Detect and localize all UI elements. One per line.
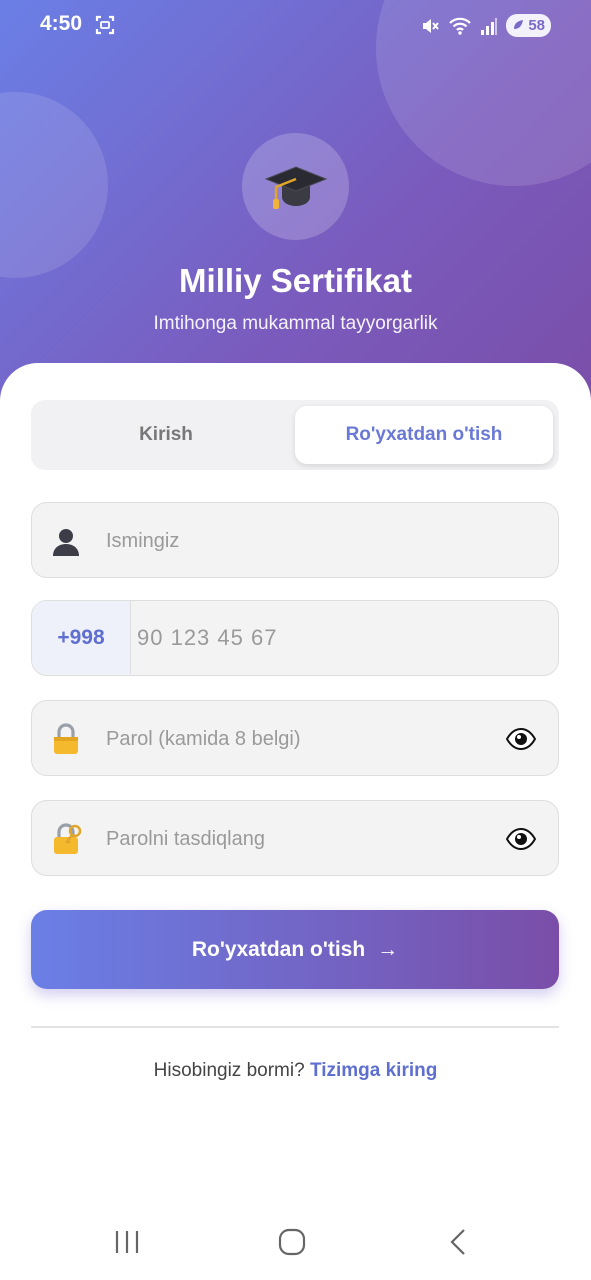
system-nav-bar (0, 1210, 591, 1280)
lock-icon (54, 723, 78, 754)
login-question: Hisobingiz bormi? (153, 1060, 305, 1081)
user-icon (53, 529, 79, 556)
register-button[interactable]: Ro'yxatdan o'tish → (31, 910, 559, 989)
name-field[interactable]: Ismingiz (31, 502, 559, 578)
app-title: Milliy Sertifikat (179, 262, 412, 299)
confirm-placeholder: Parolni tasdiqlang (106, 828, 265, 850)
register-button-label: Ro'yxatdan o'tish (191, 937, 366, 961)
app-subtitle: Imtihonga mukammal tayyorgarlik (153, 313, 438, 334)
arrow-right-icon: → (377, 937, 399, 961)
battery-level: 58 (528, 17, 545, 34)
logo-badge (242, 133, 349, 240)
divider (31, 1026, 559, 1028)
lock-with-key-icon (54, 823, 82, 854)
auth-tabs: Kirish Ro'yxatdan o'tish (31, 400, 559, 470)
eye-icon[interactable] (506, 828, 536, 850)
password-field[interactable]: Parol (kamida 8 belgi) (31, 700, 559, 776)
status-time: 4:50 (40, 12, 83, 35)
signal-icon (481, 17, 498, 35)
confirm-password-field[interactable]: Parolni tasdiqlang (31, 800, 559, 876)
phone-placeholder: 90 123 45 67 (137, 625, 278, 650)
name-placeholder: Ismingiz (106, 530, 180, 552)
phone-prefix: +998 (32, 601, 131, 674)
tab-register[interactable]: Ro'yxatdan o'tish (295, 406, 553, 464)
eye-icon[interactable] (506, 728, 536, 750)
login-prompt: Hisobingiz bormi? Tizimga kiring (0, 1060, 591, 1082)
recent-apps-icon[interactable] (114, 1228, 140, 1256)
phone-field[interactable]: +998 90 123 45 67 (31, 600, 559, 676)
home-icon[interactable] (278, 1228, 306, 1256)
mute-icon (423, 18, 440, 33)
login-link[interactable]: Tizimga kiring (310, 1060, 437, 1081)
screenshot-icon (95, 15, 115, 35)
graduation-cap-icon (264, 165, 327, 209)
back-icon[interactable] (448, 1228, 468, 1256)
wifi-icon (449, 17, 472, 35)
decor-circle (0, 92, 108, 278)
password-placeholder: Parol (kamida 8 belgi) (106, 728, 301, 750)
status-bar: 4:50 58 (0, 0, 591, 54)
battery-icon: 58 (506, 14, 551, 37)
tab-login[interactable]: Kirish (37, 406, 295, 464)
